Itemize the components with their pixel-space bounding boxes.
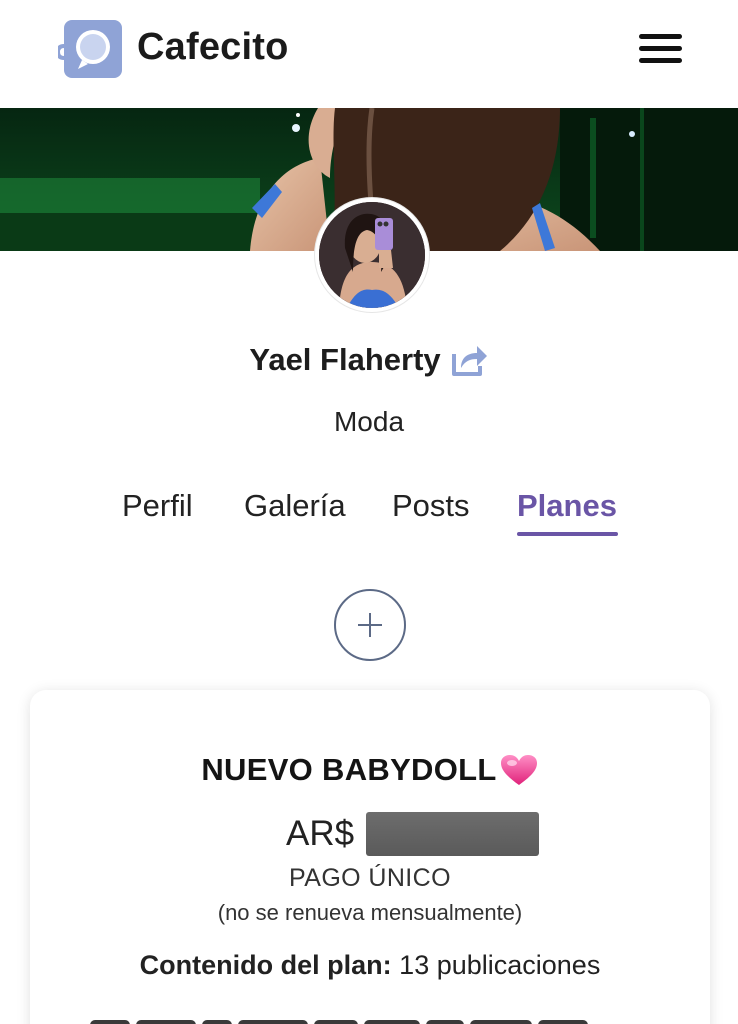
cafecito-cup-icon[interactable]: [58, 20, 122, 78]
plan-price: AR$: [286, 812, 540, 856]
plan-content: Contenido del plan: 13 publicaciones: [30, 950, 710, 981]
profile-avatar[interactable]: [315, 198, 429, 312]
app-name[interactable]: Cafecito: [137, 26, 289, 69]
tab-planes[interactable]: Planes: [517, 488, 617, 524]
share-icon[interactable]: [451, 342, 489, 378]
plan-title: NUEVO BABYDOLL: [201, 752, 497, 787]
truncated-description-line: [90, 1012, 650, 1024]
plan-content-label: Contenido del plan:: [139, 950, 392, 980]
profile-category: Moda: [333, 406, 405, 437]
active-tab-indicator: [517, 532, 618, 536]
plan-title-row: NUEVO BABYDOLL: [30, 752, 710, 788]
payment-note: (no se renueva mensualmente): [217, 900, 523, 925]
profile-name: Yael Flaherty: [249, 342, 441, 377]
tab-posts[interactable]: Posts: [392, 488, 470, 524]
payment-type: PAGO ÚNICO: [289, 864, 451, 892]
top-nav: Cafecito: [0, 0, 738, 108]
profile-tabs: Perfil Galería Posts Planes: [0, 488, 738, 544]
hamburger-menu-icon[interactable]: [636, 30, 684, 68]
price-redacted-block: [366, 812, 540, 856]
plus-icon[interactable]: [334, 589, 406, 661]
plan-content-value: 13 publicaciones: [399, 950, 601, 980]
plan-card: NUEVO BABYDOLL AR$ PAGO ÚNICO (no se ren…: [30, 690, 710, 1024]
tab-perfil[interactable]: Perfil: [122, 488, 193, 524]
tab-galeria[interactable]: Galería: [244, 488, 346, 524]
sparkling-heart-icon: [500, 755, 537, 785]
price-currency: AR$: [286, 814, 355, 853]
profile-name-row: Yael Flaherty: [0, 342, 738, 378]
